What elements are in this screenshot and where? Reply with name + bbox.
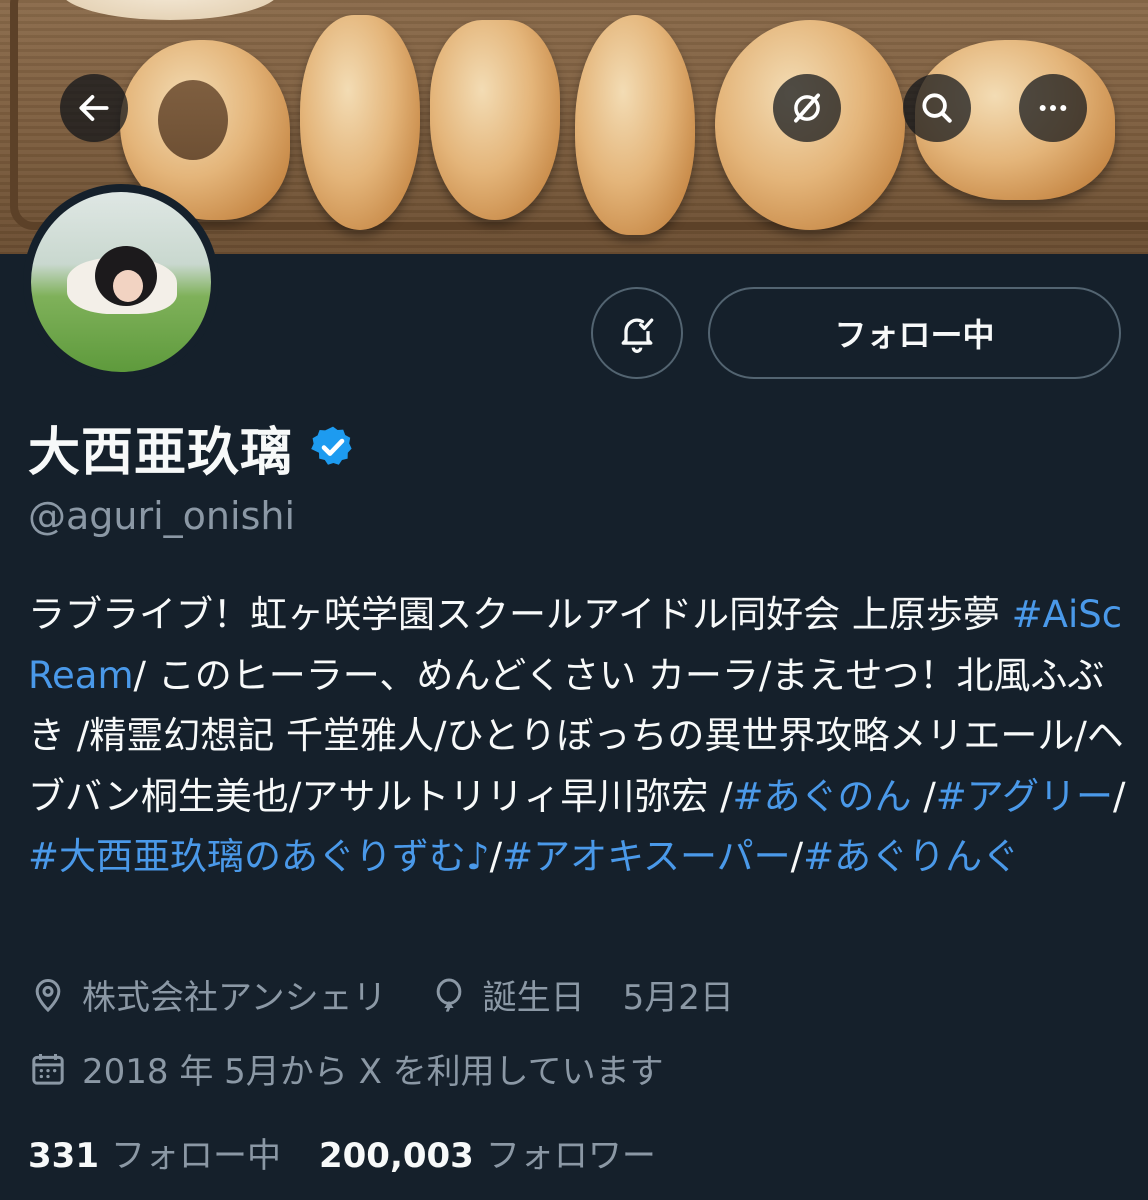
following-button[interactable]: フォロー中 (708, 287, 1121, 379)
bio-hashtag-link[interactable]: #アグリー (936, 775, 1113, 818)
back-button[interactable] (60, 74, 128, 142)
more-horizontal-icon (1039, 104, 1067, 112)
banner-bread-letter-u (430, 20, 560, 220)
location-text: 株式会社アンシェリ (82, 978, 387, 1018)
following-label: フォロー中 (110, 1136, 281, 1176)
bio-text: / (489, 835, 503, 878)
birthday-label: 誕生日 (482, 978, 585, 1018)
bio-text: ラブライブ！虹ヶ咲学園スクールアイドル同好会 上原歩夢 (28, 593, 1012, 636)
joined-row: 2018 年 5月から X を利用しています (28, 1044, 664, 1093)
calendar-icon (32, 1053, 64, 1085)
profile-handle: @aguri_onishi (28, 494, 296, 538)
bell-check-icon (621, 318, 654, 353)
arrow-left-icon (79, 95, 109, 121)
search-button[interactable] (903, 74, 971, 142)
display-name: 大西亜玖璃 (28, 422, 294, 483)
profile-name-row: 大西亜玖璃 (28, 412, 357, 483)
following-stat[interactable]: 331 フォロー中 (28, 1128, 281, 1177)
birthday-item: 誕生日 5月2日 (429, 970, 734, 1019)
search-icon (922, 93, 952, 123)
birthday-value: 5月2日 (622, 978, 734, 1018)
bio-hashtag-link[interactable]: #大西亜玖璃のあぐりずむ♪ (28, 835, 490, 878)
banner-bread-letter-a-hole (158, 80, 228, 160)
grok-button[interactable] (773, 74, 841, 142)
grok-icon (794, 93, 820, 123)
notifications-button[interactable] (591, 287, 683, 379)
avatar-figure-face (113, 270, 143, 302)
banner-bread-letter-g (300, 15, 420, 230)
verified-badge-icon[interactable] (309, 423, 357, 471)
profile-bio: ラブライブ！虹ヶ咲学園スクールアイドル同好会 上原歩夢 #AiScReam/ こ… (28, 585, 1128, 888)
followers-count: 200,003 (318, 1136, 474, 1176)
bio-hashtag-link[interactable]: #アオキスーパー (502, 835, 791, 878)
location-pin-icon (35, 978, 61, 1012)
joined-text: 2018 年 5月から X を利用しています (82, 1052, 664, 1092)
banner-bread-letter-r (575, 15, 695, 235)
profile-avatar[interactable] (23, 184, 219, 380)
location-item: 株式会社アンシェリ (28, 970, 387, 1019)
balloon-icon (436, 977, 461, 1012)
bio-text: / (1112, 774, 1126, 818)
following-count: 331 (28, 1136, 99, 1176)
follow-stats: 331 フォロー中 200,003 フォロワー (28, 1128, 656, 1177)
bio-hashtag-link[interactable]: #あぐりんぐ (803, 835, 1019, 878)
more-options-button[interactable] (1019, 74, 1087, 142)
avatar-image (31, 192, 211, 372)
profile-meta-row: 株式会社アンシェリ 誕生日 5月2日 (28, 970, 734, 1019)
bio-text: / (911, 774, 936, 818)
bio-hashtag-link[interactable]: #あぐのん (733, 775, 912, 818)
bio-text: / (790, 835, 804, 878)
followers-stat[interactable]: 200,003 フォロワー (319, 1128, 656, 1177)
followers-label: フォロワー (485, 1136, 656, 1176)
